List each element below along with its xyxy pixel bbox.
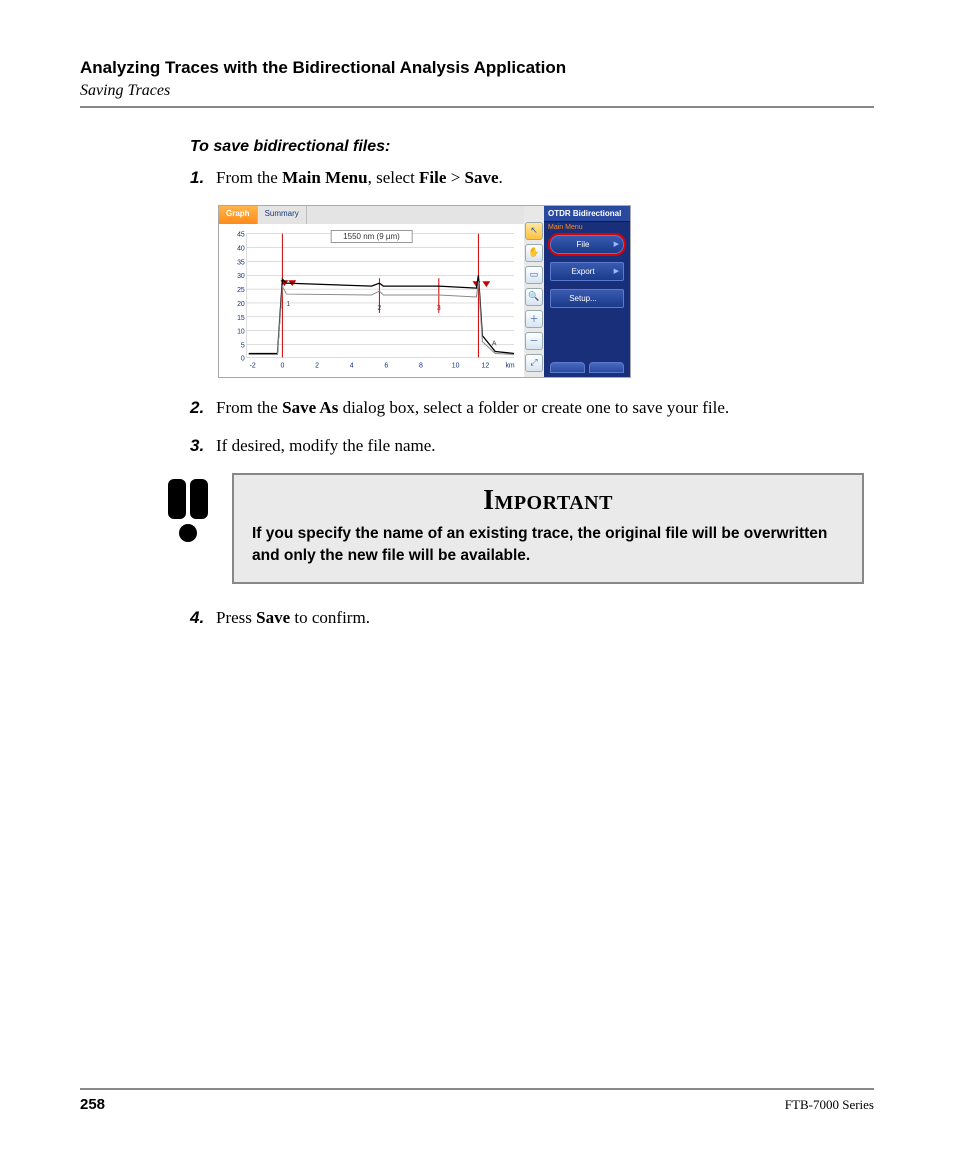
svg-text:20: 20: [237, 301, 245, 308]
section-title: Saving Traces: [80, 82, 874, 100]
svg-text:40: 40: [237, 245, 245, 252]
svg-text:km: km: [505, 362, 514, 369]
exclamation-icon: [160, 473, 222, 584]
panel-title: OTDR Bidirectional: [544, 206, 630, 222]
header-rule: [80, 106, 874, 108]
procedure-heading: To save bidirectional files:: [190, 138, 864, 156]
important-title: Important: [252, 485, 844, 517]
menu-export-button[interactable]: Export▶: [550, 262, 624, 281]
step-4: 4. Press Save to confirm.: [190, 606, 864, 631]
product-series: FTB-7000 Series: [785, 1097, 874, 1113]
embedded-screenshot: Graph Summary 1550 nm (9 µm): [218, 205, 631, 378]
step-number: 4.: [190, 606, 216, 631]
svg-text:6: 6: [384, 362, 388, 369]
important-text: If you specify the name of an existing t…: [252, 523, 844, 566]
svg-text:0: 0: [241, 355, 245, 362]
step-1: 1. From the Main Menu, select File > Sav…: [190, 166, 864, 191]
svg-text:0: 0: [280, 362, 284, 369]
chart-toolbar: ↖ ✋ ▭ 🔍 ＋ － ⤢: [524, 206, 544, 377]
step-text: From the Main Menu, select File > Save.: [216, 166, 864, 191]
svg-text:30: 30: [237, 273, 245, 280]
svg-text:10: 10: [237, 328, 245, 335]
zoom-window-icon[interactable]: ▭: [525, 266, 543, 284]
zoom-out-icon[interactable]: －: [525, 332, 543, 350]
svg-text:2: 2: [315, 362, 319, 369]
otdr-chart: 1550 nm (9 µm): [219, 224, 524, 377]
step-2: 2. From the Save As dialog box, select a…: [190, 396, 864, 421]
hand-icon[interactable]: ✋: [525, 244, 543, 262]
svg-text:10: 10: [452, 362, 460, 369]
bottom-tab[interactable]: [589, 362, 624, 373]
svg-text:1: 1: [286, 301, 290, 308]
chevron-right-icon: ▶: [614, 240, 619, 248]
svg-text:A: A: [492, 340, 497, 347]
svg-text:35: 35: [237, 259, 245, 266]
chapter-title: Analyzing Traces with the Bidirectional …: [80, 58, 874, 78]
svg-text:45: 45: [237, 231, 245, 238]
panel-subtitle: Main Menu: [544, 222, 630, 231]
svg-text:2: 2: [377, 305, 381, 312]
svg-text:5: 5: [241, 342, 245, 349]
page-footer: 258 FTB-7000 Series: [80, 1088, 874, 1113]
tab-summary[interactable]: Summary: [258, 206, 307, 224]
svg-text:4: 4: [350, 362, 354, 369]
chevron-right-icon: ▶: [614, 267, 619, 275]
zoom-icon[interactable]: 🔍: [525, 288, 543, 306]
fit-icon[interactable]: ⤢: [525, 354, 543, 372]
step-text: From the Save As dialog box, select a fo…: [216, 396, 864, 421]
svg-text:15: 15: [237, 314, 245, 321]
tab-graph[interactable]: Graph: [219, 206, 258, 224]
svg-text:25: 25: [237, 287, 245, 294]
important-callout: Important If you specify the name of an …: [160, 473, 864, 584]
bottom-tab[interactable]: [550, 362, 585, 373]
step-3: 3. If desired, modify the file name.: [190, 434, 864, 459]
svg-text:8: 8: [419, 362, 423, 369]
cursor-icon[interactable]: ↖: [525, 222, 543, 240]
menu-setup-button[interactable]: Setup...: [550, 289, 624, 308]
zoom-in-icon[interactable]: ＋: [525, 310, 543, 328]
svg-text:3: 3: [437, 305, 441, 312]
page-number: 258: [80, 1096, 105, 1113]
tab-bar: Graph Summary: [219, 206, 524, 224]
step-text: Press Save to confirm.: [216, 606, 864, 631]
chart-legend: 1550 nm (9 µm): [330, 230, 413, 243]
chart-svg: 45 40 35 30 25 20 15 10 5 0: [223, 226, 520, 375]
svg-text:12: 12: [481, 362, 489, 369]
step-number: 3.: [190, 434, 216, 459]
step-number: 2.: [190, 396, 216, 421]
svg-text:-2: -2: [250, 362, 256, 369]
menu-file-button[interactable]: File▶: [550, 235, 624, 254]
step-text: If desired, modify the file name.: [216, 434, 864, 459]
step-number: 1.: [190, 166, 216, 191]
